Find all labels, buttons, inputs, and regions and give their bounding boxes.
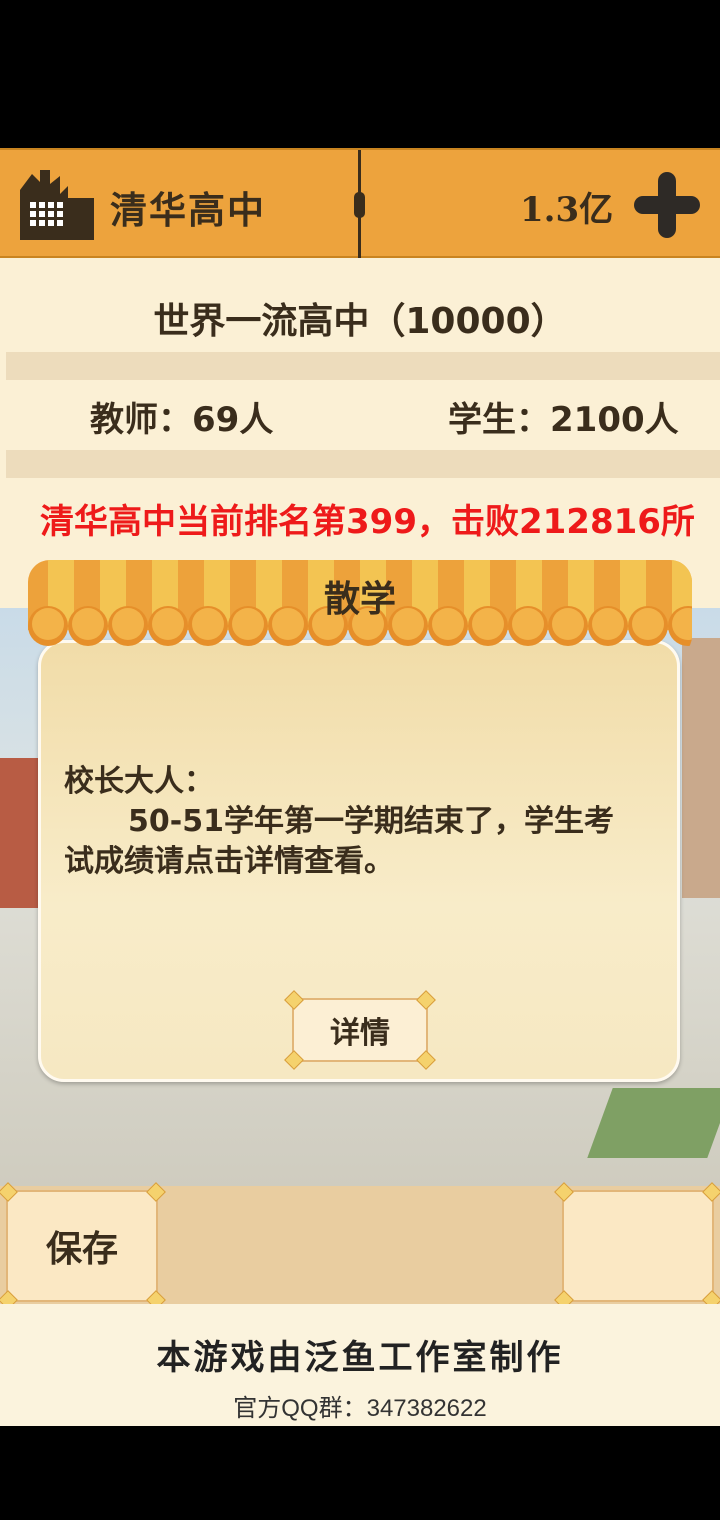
student-count: 学生：2100人 bbox=[448, 400, 679, 440]
corner-ornament bbox=[554, 1182, 574, 1202]
corner-ornament bbox=[146, 1182, 166, 1202]
money-amount: 1.3亿 bbox=[520, 190, 614, 230]
details-button-label: 详情 bbox=[330, 1016, 390, 1051]
save-button[interactable]: 保存 bbox=[0, 1182, 166, 1310]
corner-ornament bbox=[702, 1182, 720, 1202]
bottom-bar: 保存 bbox=[0, 1182, 720, 1310]
add-money-plus-icon[interactable] bbox=[630, 168, 704, 242]
empty-action-button[interactable] bbox=[554, 1182, 720, 1310]
message-line-2: 试成绩请点击详情查看。 bbox=[64, 844, 394, 879]
qq-group: 官方QQ群：347382622 bbox=[233, 1395, 487, 1422]
studio-credit: 本游戏由泛鱼工作室制作 bbox=[156, 1338, 564, 1378]
building-right bbox=[682, 638, 720, 898]
school-name: 清华高中 bbox=[110, 189, 266, 232]
divider-stripe bbox=[6, 352, 720, 380]
building-left bbox=[0, 758, 40, 908]
corner-ornament bbox=[0, 1182, 18, 1202]
message-greeting: 校长大人： bbox=[64, 764, 214, 799]
details-button[interactable]: 详情 bbox=[284, 990, 436, 1070]
footer: 本游戏由泛鱼工作室制作 官方QQ群：347382622 bbox=[0, 1304, 720, 1426]
divider-stripe bbox=[6, 450, 720, 478]
ranking-marquee: 清华高中当前排名第399，击败212816所 bbox=[40, 502, 695, 542]
message-line-1: 50-51学年第一学期结束了，学生考 bbox=[128, 804, 614, 839]
school-info-panel: 世界一流高中（10000） 教师：69人 学生：2100人 清华高中当前排名第3… bbox=[0, 258, 720, 608]
school-rank-title: 世界一流高中（10000） bbox=[153, 301, 567, 342]
divider-knob bbox=[354, 192, 365, 218]
grass-patch bbox=[587, 1088, 720, 1158]
save-button-label: 保存 bbox=[45, 1229, 118, 1270]
dialog-message: 校长大人： 50-51学年第一学期结束了，学生考 试成绩请点击详情查看。 bbox=[64, 762, 654, 882]
school-building-icon[interactable] bbox=[14, 164, 96, 242]
teacher-count: 教师：69人 bbox=[90, 400, 274, 440]
top-bar: 清华高中 1.3亿 bbox=[0, 148, 720, 258]
dialog-title: 散学 bbox=[323, 579, 396, 620]
